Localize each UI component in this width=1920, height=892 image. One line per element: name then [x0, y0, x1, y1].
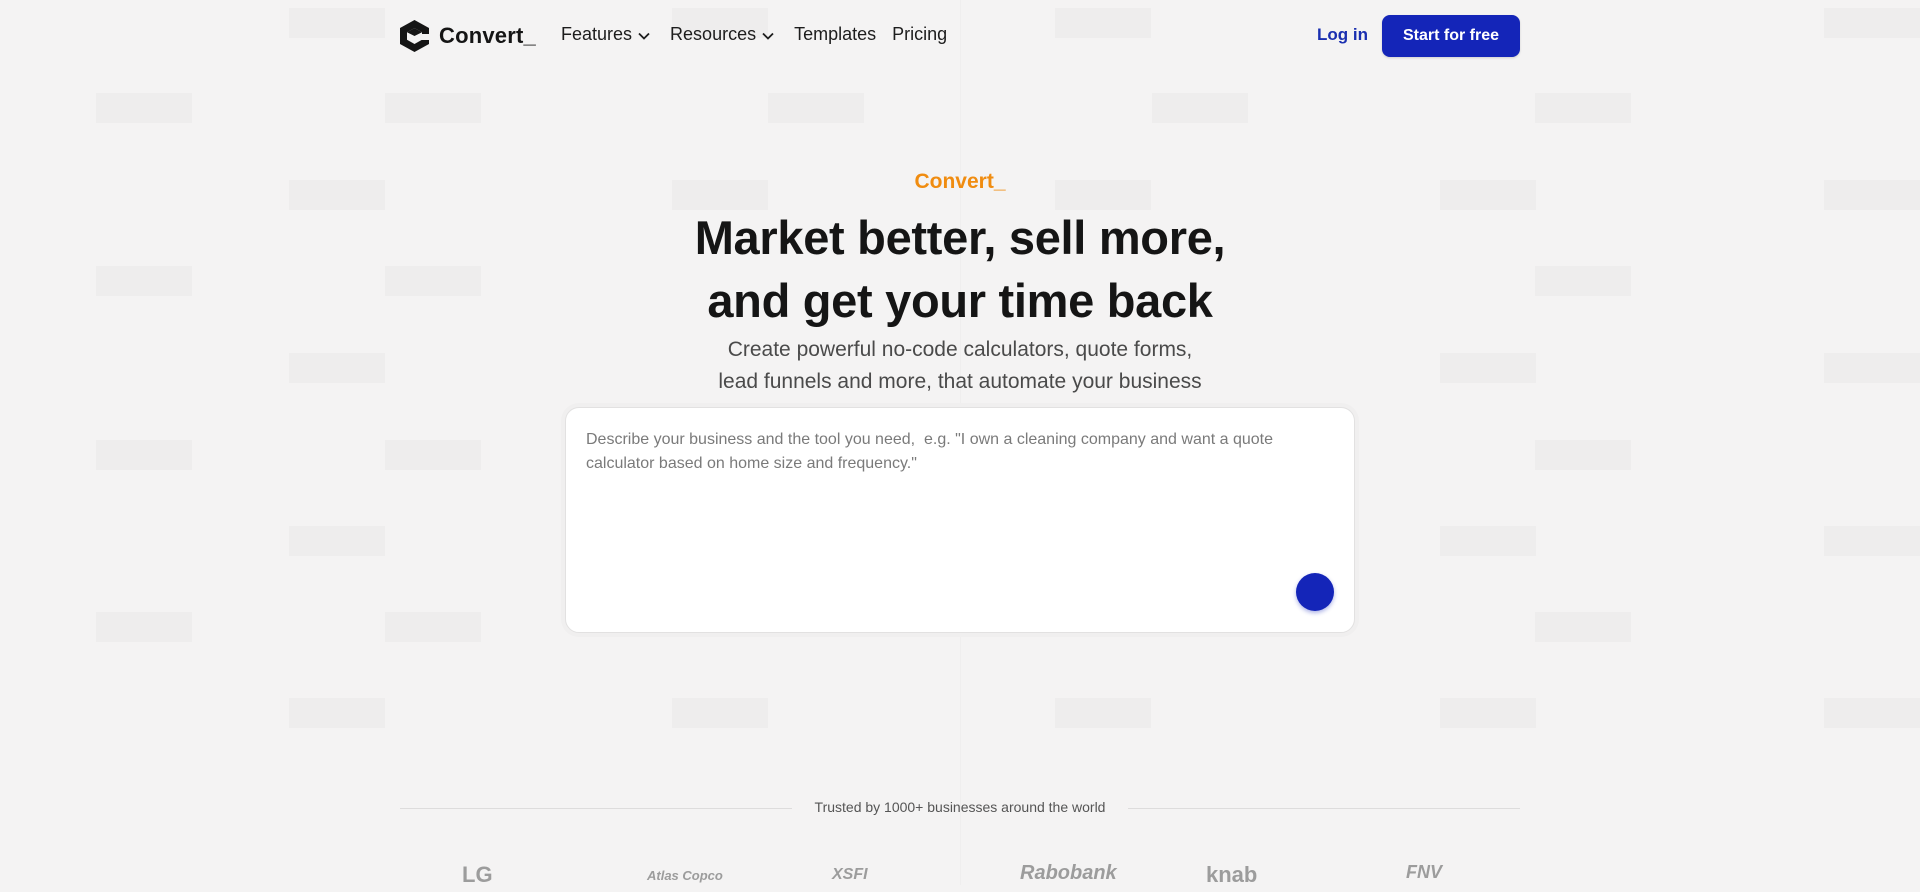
trust-section: Trusted by 1000+ businesses around the w… [400, 798, 1520, 818]
background-tile [1440, 698, 1536, 728]
nav-link-label: Pricing [892, 24, 948, 44]
background-tile [1824, 526, 1920, 556]
hero-headline: Market better, sell more, and get your t… [0, 206, 1920, 332]
chevron-down-icon [762, 24, 774, 45]
hero-subhead-line-1: Create powerful no-code calculators, quo… [727, 338, 1193, 361]
business-description-input[interactable] [586, 428, 1334, 558]
nav-link-resources[interactable]: Resources [670, 24, 774, 45]
prompt-box [565, 407, 1355, 633]
background-tile [289, 526, 385, 556]
background-tile [1535, 440, 1631, 470]
background-tile [768, 93, 864, 123]
brand-logo-atlas-copco: Atlas Copco [647, 868, 723, 883]
hero-subhead-line-2: lead funnels and more, that automate you… [718, 370, 1202, 393]
brand-logos: LG Atlas Copco XSFI Rabobank knab FNV [400, 862, 1520, 892]
background-tile [1535, 93, 1631, 123]
brand-logo-xsfi: XSFI [832, 866, 868, 883]
hero-headline-line-2: and get your time back [707, 274, 1213, 327]
logo[interactable]: Convert_ [398, 19, 536, 53]
brand-logo-fnv: FNV [1406, 862, 1442, 882]
background-tile [289, 698, 385, 728]
background-tile [385, 612, 481, 642]
submit-prompt-button[interactable] [1296, 573, 1334, 611]
background-tile [1824, 698, 1920, 728]
chevron-down-icon [638, 24, 650, 45]
nav-link-pricing[interactable]: Pricing [892, 24, 947, 45]
logo-mark-icon [398, 19, 431, 53]
top-nav: Convert_ Features Resources Templates Pr… [0, 0, 1920, 72]
start-for-free-button[interactable]: Start for free [1382, 15, 1520, 57]
background-tile [1535, 612, 1631, 642]
background-tile [96, 93, 192, 123]
hero-eyebrow: Convert_ [914, 170, 1006, 193]
nav-link-templates[interactable]: Templates [794, 24, 876, 45]
background-tile [672, 698, 768, 728]
nav-link-label: Resources [670, 24, 757, 44]
background-tile [385, 440, 481, 470]
brand-logo-rabobank: Rabobank [1020, 862, 1117, 884]
background-tile [1055, 698, 1151, 728]
nav-link-label: Templates [794, 24, 877, 44]
background-tile [1440, 526, 1536, 556]
brand-logo-knab: knab [1206, 862, 1258, 887]
brand-logo-lg: LG [462, 862, 493, 887]
login-link[interactable]: Log in [1317, 25, 1368, 45]
nav-link-label: Features [561, 24, 633, 44]
trust-text: Trusted by 1000+ businesses around the w… [814, 799, 1106, 815]
hero-headline-line-1: Market better, sell more, [694, 211, 1226, 264]
nav-link-features[interactable]: Features [561, 24, 650, 45]
hero-subhead: Create powerful no-code calculators, quo… [0, 334, 1920, 398]
logo-text: Convert_ [439, 23, 536, 48]
background-tile [385, 93, 481, 123]
background-tile [96, 612, 192, 642]
background-tile [1152, 93, 1248, 123]
background-tile [96, 440, 192, 470]
nav-links: Features Resources Templates Pricing [561, 24, 947, 45]
